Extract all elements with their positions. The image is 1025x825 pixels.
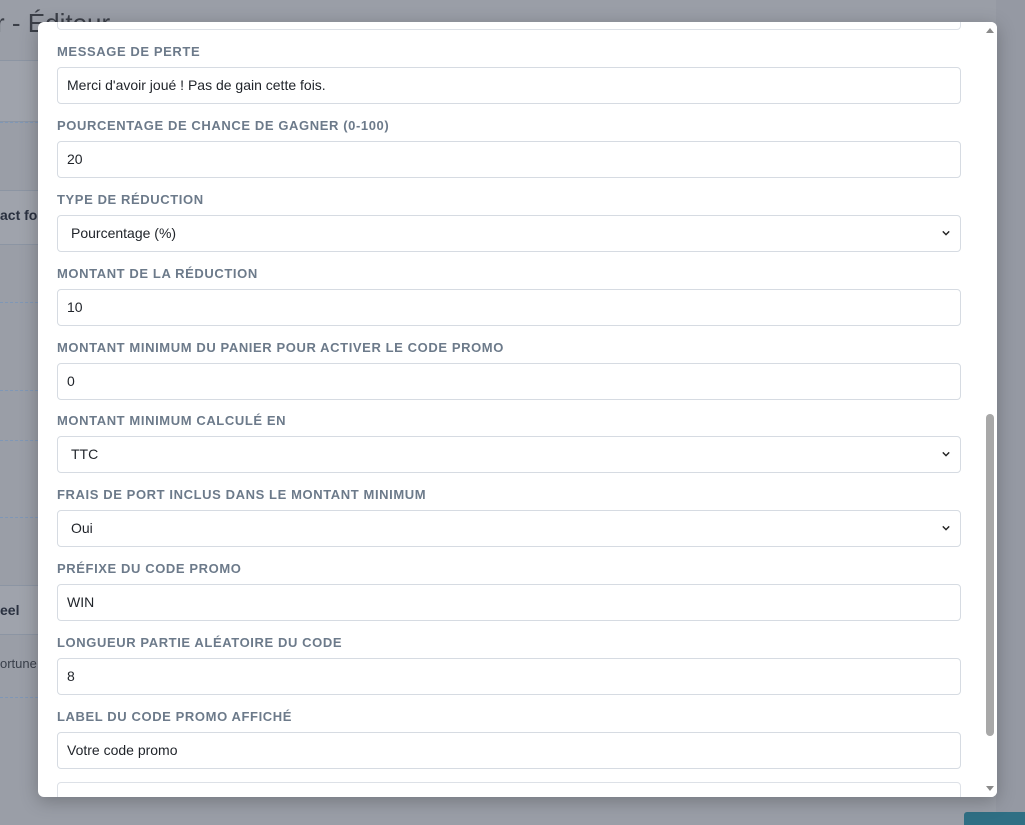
field-discount-type: TYPE DE RÉDUCTION Pourcentage (%) <box>57 191 961 252</box>
shipping-included-select[interactable]: Oui <box>57 510 961 547</box>
chevron-down-icon <box>942 525 950 531</box>
background-text: act fo <box>0 207 38 223</box>
field-shipping-included: FRAIS DE PORT INCLUS DANS LE MONTANT MIN… <box>57 486 961 547</box>
field-discount-amount: MONTANT DE LA RÉDUCTION 10 <box>57 265 961 326</box>
field-label: LONGUEUR PARTIE ALÉATOIRE DU CODE <box>57 635 343 650</box>
field-random-length: LONGUEUR PARTIE ALÉATOIRE DU CODE 8 <box>57 634 961 695</box>
discount-amount-input[interactable]: 10 <box>57 289 961 326</box>
win-chance-input[interactable]: 20 <box>57 141 961 178</box>
chevron-down-icon <box>942 230 950 236</box>
editor-modal: MESSAGE DE PERTE Merci d'avoir joué ! Pa… <box>38 22 997 797</box>
field-min-amount-basis: MONTANT MINIMUM CALCULÉ EN TTC <box>57 412 961 473</box>
select-value: Oui <box>71 520 93 536</box>
next-field-partial[interactable] <box>57 782 961 797</box>
field-promo-label: LABEL DU CODE PROMO AFFICHÉ Votre code p… <box>57 708 961 769</box>
random-length-input[interactable]: 8 <box>57 658 961 695</box>
discount-type-select[interactable]: Pourcentage (%) <box>57 215 961 252</box>
min-cart-amount-input[interactable]: 0 <box>57 363 961 400</box>
field-label: MONTANT DE LA RÉDUCTION <box>57 266 258 281</box>
background-text: eel <box>0 602 20 618</box>
min-amount-basis-select[interactable]: TTC <box>57 436 961 473</box>
promo-prefix-input[interactable]: WIN <box>57 584 961 621</box>
loss-message-input[interactable]: Merci d'avoir joué ! Pas de gain cette f… <box>57 67 961 104</box>
scrollbar-thumb[interactable] <box>986 414 994 736</box>
chevron-down-icon <box>942 451 950 457</box>
background-text: ortune <box>0 656 37 671</box>
field-label: MESSAGE DE PERTE <box>57 44 201 59</box>
promo-label-input[interactable]: Votre code promo <box>57 732 961 769</box>
background-strip <box>996 0 1025 825</box>
field-win-chance: POURCENTAGE DE CHANCE DE GAGNER (0-100) … <box>57 117 961 178</box>
field-label: POURCENTAGE DE CHANCE DE GAGNER (0-100) <box>57 118 390 133</box>
modal-scrollbar[interactable] <box>983 22 997 797</box>
previous-field-partial[interactable] <box>57 22 961 30</box>
field-label: MONTANT MINIMUM CALCULÉ EN <box>57 413 287 428</box>
field-label: PRÉFIXE DU CODE PROMO <box>57 561 242 576</box>
modal-body: MESSAGE DE PERTE Merci d'avoir joué ! Pa… <box>38 22 983 797</box>
triangle-up-icon[interactable] <box>985 26 995 36</box>
select-value: TTC <box>71 446 99 462</box>
background-button <box>964 812 1025 825</box>
field-label: FRAIS DE PORT INCLUS DANS LE MONTANT MIN… <box>57 487 427 502</box>
select-value: Pourcentage (%) <box>71 225 177 241</box>
field-loss-message: MESSAGE DE PERTE Merci d'avoir joué ! Pa… <box>57 43 961 104</box>
field-promo-prefix: PRÉFIXE DU CODE PROMO WIN <box>57 560 961 621</box>
field-label: MONTANT MINIMUM DU PANIER POUR ACTIVER L… <box>57 340 504 355</box>
field-label: TYPE DE RÉDUCTION <box>57 192 204 207</box>
field-min-cart-amount: MONTANT MINIMUM DU PANIER POUR ACTIVER L… <box>57 339 961 400</box>
triangle-down-icon[interactable] <box>985 783 995 793</box>
field-label: LABEL DU CODE PROMO AFFICHÉ <box>57 709 293 724</box>
